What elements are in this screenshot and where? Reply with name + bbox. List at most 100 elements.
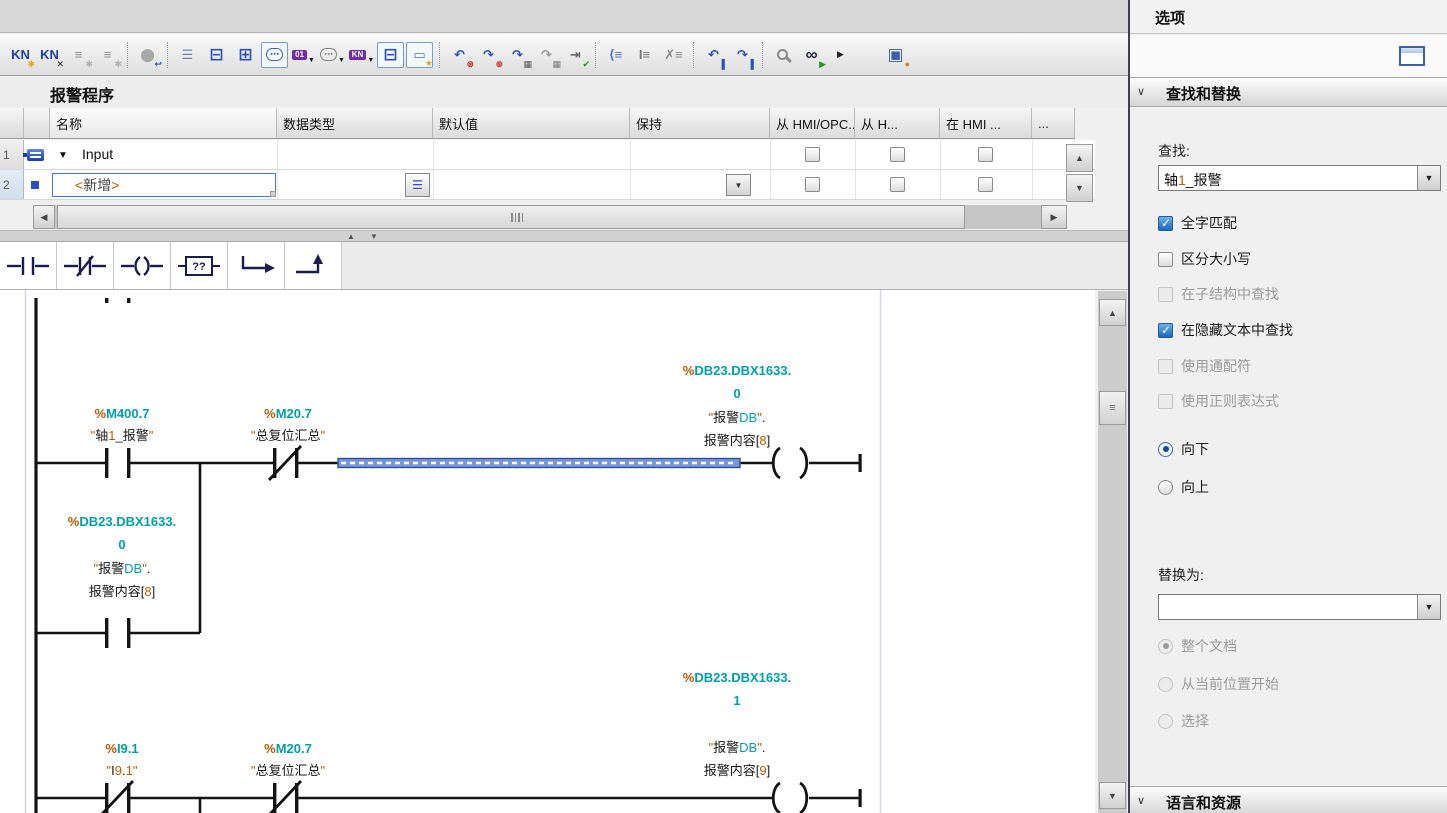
insert-network-icon[interactable]: KN✱ (7, 42, 34, 68)
col-header-default[interactable]: 默认值 (433, 108, 630, 139)
cross-references-icon[interactable]: ✗≡ (660, 42, 687, 68)
checkbox-from-hmi[interactable] (890, 177, 905, 192)
no-contact-button[interactable] (0, 242, 57, 289)
editor-scroll-thumb[interactable]: ≡ (1099, 391, 1126, 425)
checkbox-match-case[interactable] (1158, 252, 1173, 267)
favorites-display-icon[interactable]: ▭★ (406, 42, 433, 68)
test-glasses-icon[interactable]: ∞▶ (798, 42, 825, 68)
previous-error-icon[interactable]: ↶⊗ (446, 42, 473, 68)
assignment-list-icon[interactable]: I≡ (631, 42, 658, 68)
editor-scroll-down-button[interactable]: ▼ (1099, 782, 1126, 809)
lad-network-editor[interactable]: %M400.7 "轴1_报警" %M20.7 "总复位汇总" %DB23.DBX… (0, 290, 1095, 813)
col-header-visible-hmi[interactable]: 在 HMI ... (940, 108, 1032, 139)
col-header-datatype[interactable]: 数据类型 (277, 108, 433, 139)
network-sequence-icon[interactable]: ⊟ (377, 42, 404, 68)
insert-row-below-icon[interactable]: ≡✱ (94, 42, 121, 68)
empty-box-button[interactable]: ?? (171, 242, 228, 289)
consistency-check-icon[interactable]: ⇥✔ (562, 42, 589, 68)
open-branch-icon (233, 253, 279, 279)
keep-actual-values-icon[interactable]: ⬤↩ (134, 42, 161, 68)
dropdown-arrow-button[interactable]: ▼ (1417, 595, 1440, 619)
absolute-operands-icon[interactable]: 01▼ (290, 42, 317, 68)
svg-text:"报警DB".: "报警DB". (709, 410, 766, 425)
symbolic-operands-icon[interactable]: KN▼ (348, 42, 375, 68)
next-error-icon[interactable]: ↷⊗ (475, 42, 502, 68)
synchronize-block-calls-glyph: ↷ (541, 48, 552, 61)
splitter-collapse-up-icon[interactable]: ▲ (347, 232, 355, 241)
radio-up[interactable] (1158, 480, 1173, 495)
nc-contact-button[interactable] (57, 242, 114, 289)
open-all-networks-icon[interactable]: ⊞ (232, 42, 259, 68)
selected-wire[interactable] (338, 459, 740, 468)
coil-alarm-content-9[interactable]: %DB23.DBX1633. 1 "报警DB". 报警内容[9] (683, 670, 862, 813)
find-in-editor-icon[interactable] (769, 42, 796, 68)
splitter-collapse-down-icon[interactable]: ▼ (370, 232, 378, 241)
close-branch-button[interactable] (285, 242, 342, 289)
checkbox-from-hmi-opc[interactable] (805, 177, 820, 192)
find-combobox[interactable]: 轴1_报警 ▼ (1158, 165, 1441, 191)
table-scroll-down-button[interactable]: ▼ (1066, 174, 1093, 202)
checkbox-from-hmi-opc[interactable] (805, 147, 820, 162)
toggle-network-comments-icon[interactable]: ⋯ (261, 42, 288, 68)
operand-comments-icon[interactable]: ⋯▼ (319, 42, 346, 68)
operand-comments-dropdown-icon[interactable]: ▼ (338, 57, 345, 68)
col-header-name[interactable]: 名称 (50, 108, 277, 139)
navigate-back-icon[interactable]: ↶▌ (700, 42, 727, 68)
contact-alarm-content-8[interactable]: %DB23.DBX1633. 0 "报警DB". 报警内容[8] (68, 514, 176, 648)
col-header-from-hmi-opc[interactable]: 从 HMI/OPC.. (770, 108, 855, 139)
checkbox-visible-hmi[interactable] (978, 177, 993, 192)
pane-splitter[interactable]: ▲ ▼ (0, 230, 1128, 242)
replace-combobox[interactable]: ▼ (1158, 594, 1441, 620)
table-header-row: 名称 数据类型 默认值 保持 从 HMI/OPC.. 从 H... 在 HMI … (0, 108, 1095, 139)
col-header-from-hmi[interactable]: 从 H... (855, 108, 940, 139)
table-hscroll-thumb[interactable] (57, 205, 965, 229)
navigate-back-badge: ▌ (722, 60, 728, 69)
table-horizontal-scrollbar[interactable] (55, 205, 1041, 229)
editor-scroll-up-button[interactable]: ▲ (1099, 299, 1126, 326)
col-header-retain[interactable]: 保持 (630, 108, 770, 139)
checkbox-visible-hmi[interactable] (978, 147, 993, 162)
name-edit-field[interactable]: <新增> (52, 173, 276, 197)
float-window-icon[interactable] (1399, 46, 1425, 66)
contact-total-reset-nc-2[interactable]: %M20.7 "总复位汇总" (251, 741, 326, 813)
expander-icon[interactable]: ▼ (58, 150, 68, 161)
dropdown-arrow-button[interactable]: ▼ (1417, 166, 1440, 190)
row-name[interactable]: Input (82, 146, 113, 162)
editor-vertical-scrollbar[interactable]: ▲ ≡ ▼ (1098, 291, 1127, 813)
absolute-operands-dropdown-icon[interactable]: ▼ (308, 57, 315, 68)
split-editor-space-icon[interactable]: ▣● (882, 42, 909, 68)
favorites-display-glyph: ▭ (413, 48, 425, 61)
insert-row-above-icon[interactable]: ≡✱ (65, 42, 92, 68)
checkbox-from-hmi[interactable] (890, 147, 905, 162)
table-scroll-right-button[interactable]: ▶ (1041, 205, 1067, 229)
table-row-input[interactable]: 1 ▼ Input (0, 140, 1095, 170)
checkbox-whole-word[interactable] (1158, 216, 1173, 231)
coil-button[interactable] (114, 242, 171, 289)
operand-comments-glyph: ⋯ (320, 48, 337, 61)
radio-down[interactable] (1158, 442, 1173, 457)
symbolic-operands-dropdown-icon[interactable]: ▼ (367, 57, 374, 68)
edit-resize-grip[interactable] (270, 191, 276, 197)
more-commands-icon[interactable]: ▶ (827, 42, 854, 68)
checkbox-find-in-hidden-text[interactable] (1158, 323, 1173, 338)
table-scroll-up-button[interactable]: ▲ (1066, 144, 1093, 172)
update-block-calls-icon[interactable]: ↷▦ (504, 42, 531, 68)
table-scroll-left-button[interactable]: ◀ (33, 205, 55, 229)
call-environment-icon[interactable]: ⟨≡ (602, 42, 629, 68)
contact-total-reset-nc[interactable]: %M20.7 "总复位汇总" (251, 406, 326, 480)
contact-axis1-alarm[interactable]: %M400.7 "轴1_报警" (91, 406, 154, 478)
find-replace-section-header[interactable]: ∨ 查找和替换 (1130, 77, 1447, 107)
col-header-more[interactable]: ... (1032, 108, 1075, 139)
delete-network-icon[interactable]: KN✕ (36, 42, 63, 68)
navigate-forward-icon[interactable]: ↷▌ (729, 42, 756, 68)
svg-text:报警内容[9]: 报警内容[9] (704, 763, 771, 778)
synchronize-block-calls-icon[interactable]: ↷▦ (533, 42, 560, 68)
network-overview-icon[interactable]: ☰ (174, 42, 201, 68)
contact-i91-nc[interactable]: %I9.1 "I9.1" (101, 741, 139, 813)
datatype-picker-button[interactable]: ☰ (405, 173, 430, 197)
close-all-networks-icon[interactable]: ⊟ (203, 42, 230, 68)
open-branch-button[interactable] (228, 242, 285, 289)
retain-dropdown[interactable]: ▼ (726, 174, 751, 196)
languages-resources-section-header[interactable]: ∨ 语言和资源 (1130, 786, 1447, 813)
table-row-add-new[interactable]: 2 <新增> ☰ ▼ (0, 170, 1095, 200)
